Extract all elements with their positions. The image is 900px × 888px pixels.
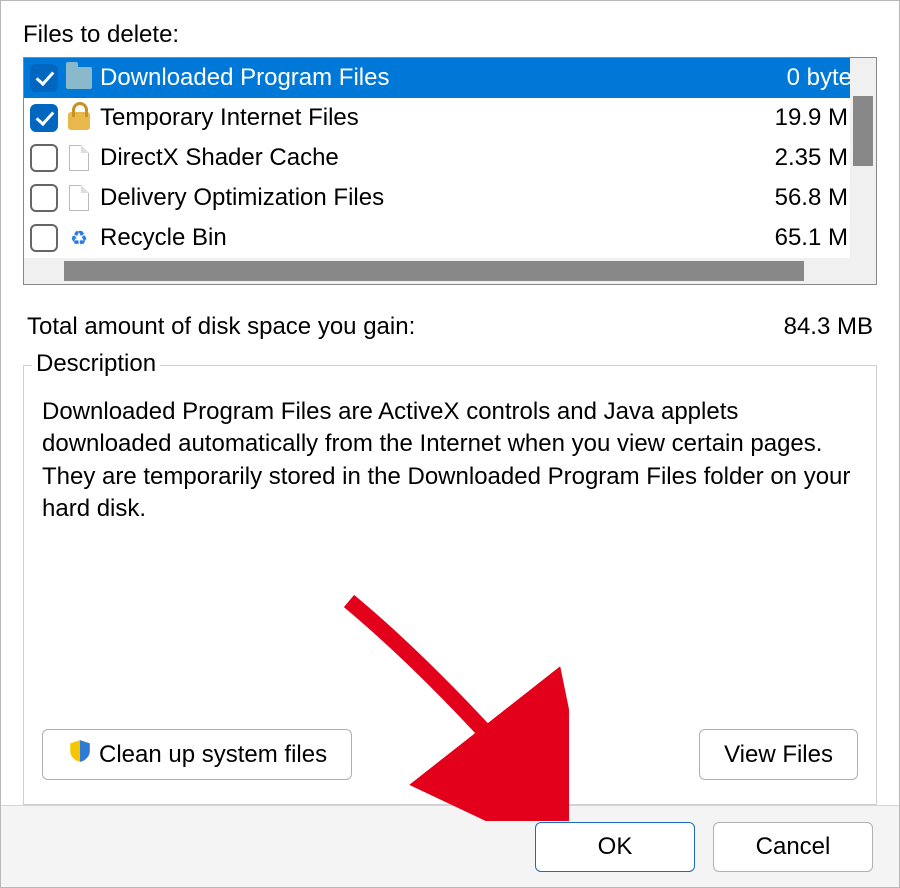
recycle-icon: ♻ bbox=[64, 223, 94, 253]
dialog-content: Files to delete: Downloaded Program File… bbox=[1, 1, 899, 805]
checkbox-delivery-optimization-files[interactable] bbox=[30, 184, 58, 212]
dialog-footer: OK Cancel bbox=[1, 805, 899, 887]
checkbox-downloaded-program-files[interactable] bbox=[30, 64, 58, 92]
shield-icon bbox=[67, 738, 93, 771]
lock-icon bbox=[64, 103, 94, 133]
vertical-scrollbar[interactable] bbox=[850, 58, 876, 258]
list-item-label: Recycle Bin bbox=[100, 224, 775, 252]
list-item-label: Downloaded Program Files bbox=[100, 64, 787, 92]
ok-button[interactable]: OK bbox=[535, 822, 695, 872]
disk-cleanup-dialog: Files to delete: Downloaded Program File… bbox=[0, 0, 900, 888]
list-item-delivery-optimization-files[interactable]: Delivery Optimization Files 56.8 MB bbox=[24, 178, 876, 218]
file-icon bbox=[64, 183, 94, 213]
checkbox-directx-shader-cache[interactable] bbox=[30, 144, 58, 172]
horizontal-scrollbar-thumb[interactable] bbox=[64, 261, 804, 281]
total-space-value: 84.3 MB bbox=[784, 313, 873, 341]
list-item-label: Temporary Internet Files bbox=[100, 104, 775, 132]
description-caption: Description bbox=[32, 350, 160, 378]
list-item-recycle-bin[interactable]: ♻ Recycle Bin 65.1 MB bbox=[24, 218, 876, 258]
clean-up-system-files-label: Clean up system files bbox=[99, 741, 327, 769]
files-listbox[interactable]: Downloaded Program Files 0 bytes Tempora… bbox=[23, 57, 877, 285]
total-space-row: Total amount of disk space you gain: 84.… bbox=[23, 313, 877, 341]
cancel-button[interactable]: Cancel bbox=[713, 822, 873, 872]
checkbox-recycle-bin[interactable] bbox=[30, 224, 58, 252]
description-text: Downloaded Program Files are ActiveX con… bbox=[42, 396, 858, 526]
cancel-button-label: Cancel bbox=[756, 833, 831, 861]
view-files-label: View Files bbox=[724, 741, 833, 769]
list-item-label: Delivery Optimization Files bbox=[100, 184, 775, 212]
ok-button-label: OK bbox=[598, 833, 633, 861]
file-icon bbox=[64, 143, 94, 173]
list-item-temporary-internet-files[interactable]: Temporary Internet Files 19.9 MB bbox=[24, 98, 876, 138]
total-space-label: Total amount of disk space you gain: bbox=[27, 313, 415, 341]
description-buttons: Clean up system files View Files bbox=[42, 729, 858, 784]
checkbox-temporary-internet-files[interactable] bbox=[30, 104, 58, 132]
list-item-downloaded-program-files[interactable]: Downloaded Program Files 0 bytes bbox=[24, 58, 876, 98]
view-files-button[interactable]: View Files bbox=[699, 729, 858, 780]
horizontal-scrollbar[interactable] bbox=[24, 258, 876, 284]
description-group: Description Downloaded Program Files are… bbox=[23, 365, 877, 805]
vertical-scrollbar-thumb[interactable] bbox=[853, 96, 873, 166]
clean-up-system-files-button[interactable]: Clean up system files bbox=[42, 729, 352, 780]
files-to-delete-label: Files to delete: bbox=[23, 21, 877, 49]
files-list-items: Downloaded Program Files 0 bytes Tempora… bbox=[24, 58, 876, 258]
folder-icon bbox=[64, 63, 94, 93]
list-item-directx-shader-cache[interactable]: DirectX Shader Cache 2.35 MB bbox=[24, 138, 876, 178]
list-item-label: DirectX Shader Cache bbox=[100, 144, 775, 172]
